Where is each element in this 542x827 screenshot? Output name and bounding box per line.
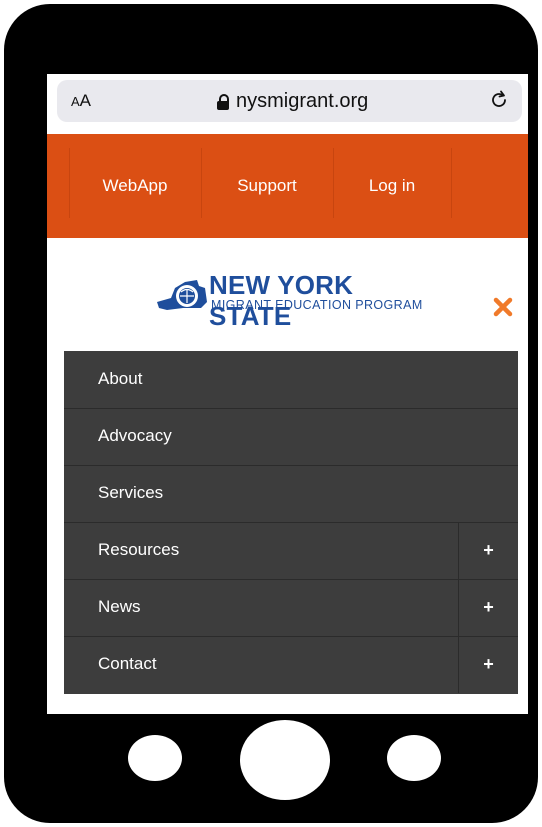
hardware-left-button[interactable] <box>128 735 182 781</box>
lock-icon <box>217 93 229 110</box>
menu-item-resources[interactable]: Resources + <box>64 522 518 580</box>
reader-text-size-button[interactable]: AA <box>71 91 91 111</box>
address-bar[interactable]: AA nysmigrant.org <box>57 80 522 122</box>
top-navigation: WebApp Support Log in <box>47 134 528 238</box>
nys-state-map-icon <box>157 280 207 310</box>
expand-plus-icon[interactable]: + <box>458 636 518 693</box>
nav-webapp-link[interactable]: WebApp <box>69 144 201 228</box>
phone-frame: AA nysmigrant.org WebApp Support Log in <box>6 6 536 821</box>
menu-item-advocacy[interactable]: Advocacy <box>64 408 518 466</box>
menu-item-contact[interactable]: Contact + <box>64 636 518 693</box>
site-logo[interactable]: NEW YORK STATE MIGRANT EDUCATION PROGRAM <box>153 270 433 331</box>
menu-item-label: Resources <box>98 540 180 559</box>
logo-subtitle: MIGRANT EDUCATION PROGRAM <box>211 298 423 312</box>
menu-item-label: Contact <box>98 654 157 673</box>
menu-item-news[interactable]: News + <box>64 579 518 637</box>
phone-screen: AA nysmigrant.org WebApp Support Log in <box>47 74 528 714</box>
menu-item-services[interactable]: Services <box>64 465 518 523</box>
aa-large-label: A <box>79 91 92 110</box>
nav-support-link[interactable]: Support <box>201 144 333 228</box>
expand-plus-icon[interactable]: + <box>458 579 518 636</box>
url-display[interactable]: nysmigrant.org <box>217 90 368 113</box>
hardware-home-button[interactable] <box>240 720 330 800</box>
menu-item-about[interactable]: About <box>64 351 518 409</box>
expand-plus-icon[interactable]: + <box>458 522 518 579</box>
menu-item-label: News <box>98 597 141 616</box>
reload-icon[interactable] <box>488 89 510 111</box>
nav-divider <box>451 148 452 218</box>
nav-login-link[interactable]: Log in <box>333 144 451 228</box>
url-text: nysmigrant.org <box>236 90 369 112</box>
aa-small-label: A <box>71 94 80 109</box>
menu-item-label: Services <box>98 483 164 502</box>
navigation-menu: About Advocacy Services Resources + News… <box>64 351 518 694</box>
hardware-right-button[interactable] <box>387 735 441 781</box>
menu-item-label: About <box>98 369 143 388</box>
close-icon[interactable] <box>492 296 514 318</box>
menu-item-label: Advocacy <box>98 426 172 445</box>
